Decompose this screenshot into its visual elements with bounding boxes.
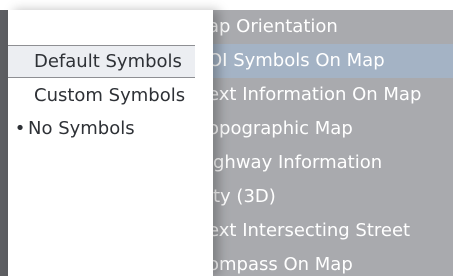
navigation-settings-screen: ap Orientation OI Symbols On Map ext Inf… xyxy=(0,0,453,276)
menu-item-highway-information[interactable]: ighway Information xyxy=(208,146,382,180)
option-label: Default Symbols xyxy=(34,51,182,72)
option-label: No Symbols xyxy=(28,118,135,139)
menu-item-map-orientation[interactable]: ap Orientation xyxy=(208,10,338,44)
selected-bullet-icon: • xyxy=(14,118,26,139)
option-default-symbols[interactable]: Default Symbols xyxy=(8,45,195,78)
left-edge-strip xyxy=(0,10,8,276)
menu-item-city-3d[interactable]: ity (3D) xyxy=(208,180,276,214)
poi-symbols-submenu: Default Symbols Custom Symbols • No Symbo… xyxy=(8,10,213,276)
option-no-symbols[interactable]: • No Symbols xyxy=(8,113,195,144)
menu-item-text-information-on-map[interactable]: ext Information On Map xyxy=(208,78,421,112)
menu-item-topographic-map[interactable]: opographic Map xyxy=(208,112,353,146)
menu-item-compass-on-map[interactable]: ompass On Map xyxy=(208,248,353,276)
menu-item-poi-symbols-on-map[interactable]: OI Symbols On Map xyxy=(194,44,453,78)
option-label: Custom Symbols xyxy=(34,85,186,106)
option-custom-symbols[interactable]: Custom Symbols xyxy=(8,80,195,111)
menu-item-next-intersecting-street[interactable]: ext Intersecting Street xyxy=(208,214,410,248)
map-settings-menu: ap Orientation OI Symbols On Map ext Inf… xyxy=(194,10,453,276)
